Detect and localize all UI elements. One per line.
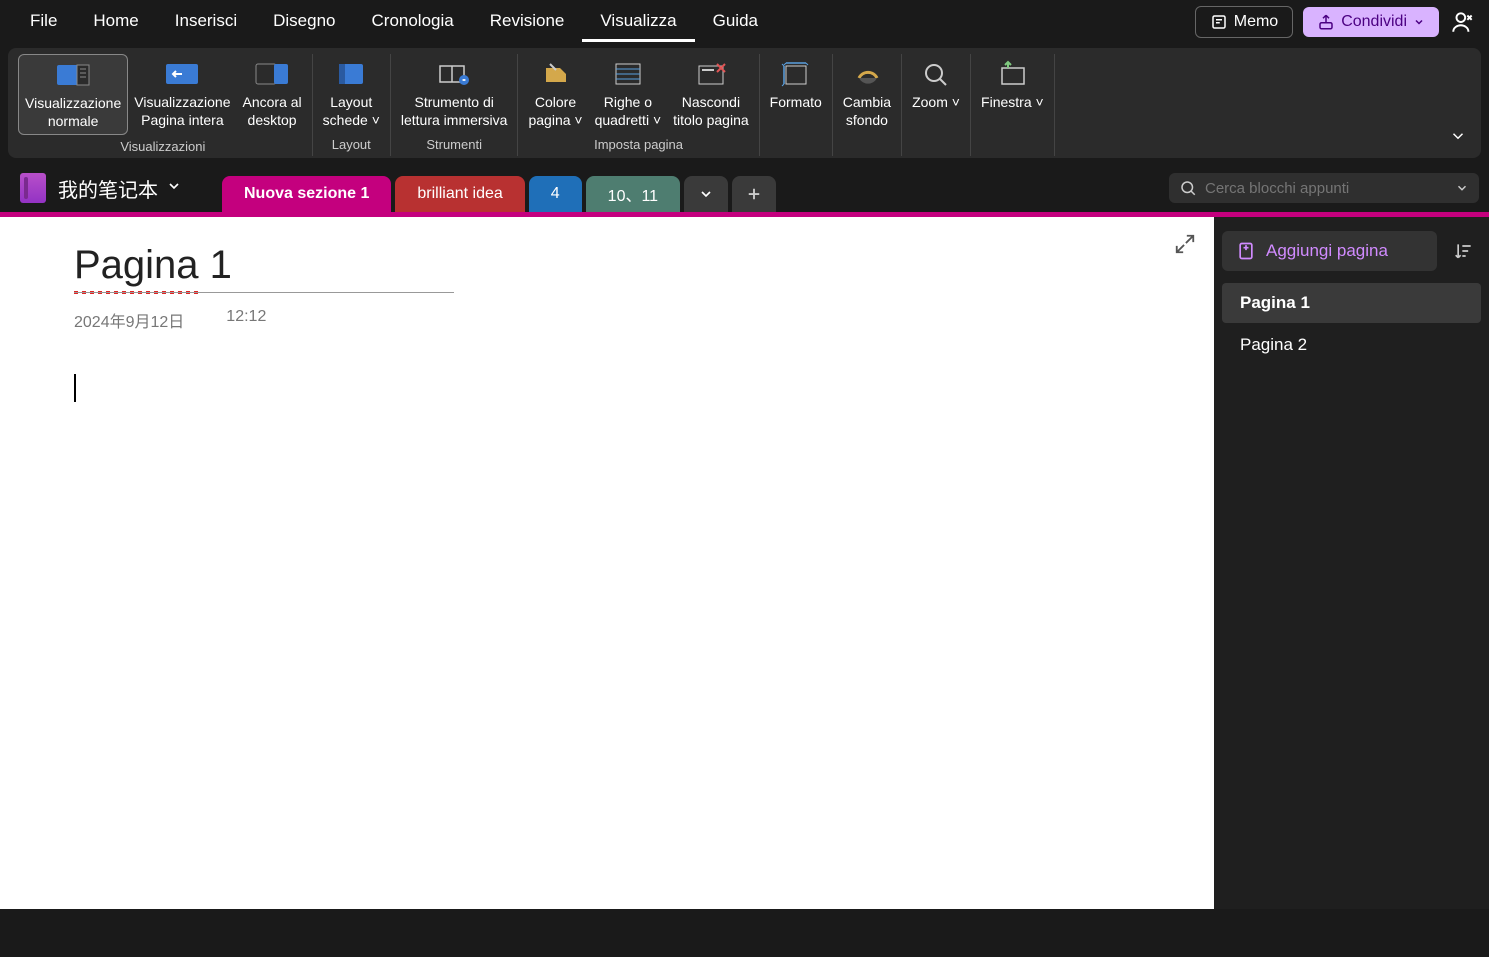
ribbon-page-color[interactable]: Colore pagina ˅ [522, 54, 588, 133]
notebook-icon [20, 173, 46, 203]
ribbon-label: Formato [770, 94, 822, 112]
menu-tab-cronologia[interactable]: Cronologia [354, 3, 472, 42]
search-box[interactable] [1169, 173, 1479, 203]
chevron-down-icon [1413, 16, 1425, 28]
section-overflow-button[interactable] [684, 176, 728, 212]
hide-title-icon [693, 60, 729, 88]
page-list-item[interactable]: Pagina 2 [1222, 325, 1481, 365]
ribbon-dock-desktop[interactable]: Ancora al desktop [237, 54, 308, 135]
page-list-panel: Aggiungi pagina Pagina 1Pagina 2 [1214, 217, 1489, 909]
ribbon-group-title: Layout [332, 133, 371, 154]
section-tab[interactable]: brilliant idea [395, 176, 524, 212]
add-page-icon [1236, 241, 1256, 261]
page-date: 2024年9月12日 [74, 308, 184, 332]
ribbon-label: Righe o quadretti ˅ [595, 94, 662, 129]
menu-tabs: FileHomeInserisciDisegnoCronologiaRevisi… [12, 3, 776, 42]
account-icon[interactable] [1449, 8, 1477, 36]
ribbon-label: Strumento di lettura immersiva [401, 94, 508, 129]
menu-tab-visualizza[interactable]: Visualizza [582, 3, 694, 42]
ribbon-background[interactable]: Cambia sfondo [837, 54, 897, 133]
page-canvas[interactable]: 2024年9月12日 12:12 [0, 217, 1214, 909]
background-icon [849, 60, 885, 88]
view-normal-icon [55, 61, 91, 89]
menu-tab-file[interactable]: File [12, 3, 75, 42]
section-tab[interactable]: 10、11 [586, 176, 680, 212]
ribbon-group-title [1011, 116, 1015, 137]
sort-pages-button[interactable] [1447, 231, 1481, 271]
page-title-input[interactable] [74, 243, 454, 293]
chevron-down-icon[interactable] [1455, 181, 1469, 195]
ribbon-group-title: Strumenti [426, 133, 482, 154]
fullscreen-button[interactable] [1174, 233, 1196, 260]
ribbon-collapse-button[interactable] [1449, 127, 1467, 150]
ribbon-tab-layout[interactable]: Layout schede ˅ [317, 54, 386, 133]
ribbon-zoom[interactable]: Zoom ˅ [906, 54, 966, 116]
ribbon-label: Visualizzazione Pagina intera [134, 94, 230, 129]
immersive-reader-icon [436, 60, 472, 88]
notebook-bar: 我的笔记本 Nuova sezione 1brilliant idea410、1… [0, 164, 1489, 212]
menu-tab-home[interactable]: Home [75, 3, 156, 42]
ribbon-view-normal[interactable]: Visualizzazione normale [18, 54, 128, 135]
ribbon-label: Nascondi titolo pagina [673, 94, 749, 129]
note-icon [1210, 13, 1228, 31]
ribbon: Visualizzazione normale Visualizzazione P… [8, 48, 1481, 158]
zoom-icon [918, 60, 954, 88]
dock-desktop-icon [254, 60, 290, 88]
memo-button[interactable]: Memo [1195, 6, 1293, 38]
section-tab[interactable]: Nuova sezione 1 [222, 176, 391, 212]
ribbon-label: Finestra ˅ [981, 94, 1044, 112]
ribbon-group-title [794, 116, 798, 137]
page-list-item[interactable]: Pagina 1 [1222, 283, 1481, 323]
page-time: 12:12 [226, 308, 266, 332]
ribbon-label: Ancora al desktop [243, 94, 302, 129]
ribbon-label: Cambia sfondo [843, 94, 891, 129]
menu-tab-inserisci[interactable]: Inserisci [157, 3, 255, 42]
ribbon-label: Visualizzazione normale [25, 95, 121, 130]
rule-lines-icon [610, 60, 646, 88]
search-input[interactable] [1205, 180, 1449, 197]
ribbon-rule-lines[interactable]: Righe o quadretti ˅ [589, 54, 668, 133]
menu-tab-disegno[interactable]: Disegno [255, 3, 353, 42]
ribbon-group-title [934, 116, 938, 137]
notebook-dropdown[interactable] [166, 178, 182, 199]
ribbon-paper-size[interactable]: Formato [764, 54, 828, 116]
add-section-button[interactable] [732, 176, 776, 212]
section-tab[interactable]: 4 [529, 176, 582, 212]
memo-label: Memo [1234, 13, 1278, 31]
share-button[interactable]: Condividi [1303, 7, 1439, 37]
ribbon-label: Layout schede ˅ [323, 94, 380, 129]
tab-layout-icon [333, 60, 369, 88]
window-icon [994, 60, 1030, 88]
menu-tab-guida[interactable]: Guida [695, 3, 776, 42]
paper-size-icon [778, 60, 814, 88]
ribbon-group-title: Visualizzazioni [120, 135, 205, 156]
text-cursor [74, 374, 76, 402]
notebook-name[interactable]: 我的笔记本 [58, 174, 158, 203]
ribbon-label: Zoom ˅ [912, 94, 960, 112]
add-page-button[interactable]: Aggiungi pagina [1222, 231, 1437, 271]
menu-tab-revisione[interactable]: Revisione [472, 3, 583, 42]
share-label: Condividi [1341, 13, 1407, 31]
ribbon-window[interactable]: Finestra ˅ [975, 54, 1050, 116]
ribbon-immersive-reader[interactable]: Strumento di lettura immersiva [395, 54, 514, 133]
add-page-label: Aggiungi pagina [1266, 241, 1388, 261]
ribbon-view-fullpage[interactable]: Visualizzazione Pagina intera [128, 54, 236, 135]
ribbon-group-title: Imposta pagina [594, 133, 683, 154]
ribbon-label: Colore pagina ˅ [528, 94, 582, 129]
ribbon-hide-title[interactable]: Nascondi titolo pagina [667, 54, 755, 133]
ribbon-group-title [865, 133, 869, 154]
share-icon [1317, 13, 1335, 31]
view-fullpage-icon [164, 60, 200, 88]
search-icon [1179, 179, 1197, 197]
page-color-icon [538, 60, 574, 88]
